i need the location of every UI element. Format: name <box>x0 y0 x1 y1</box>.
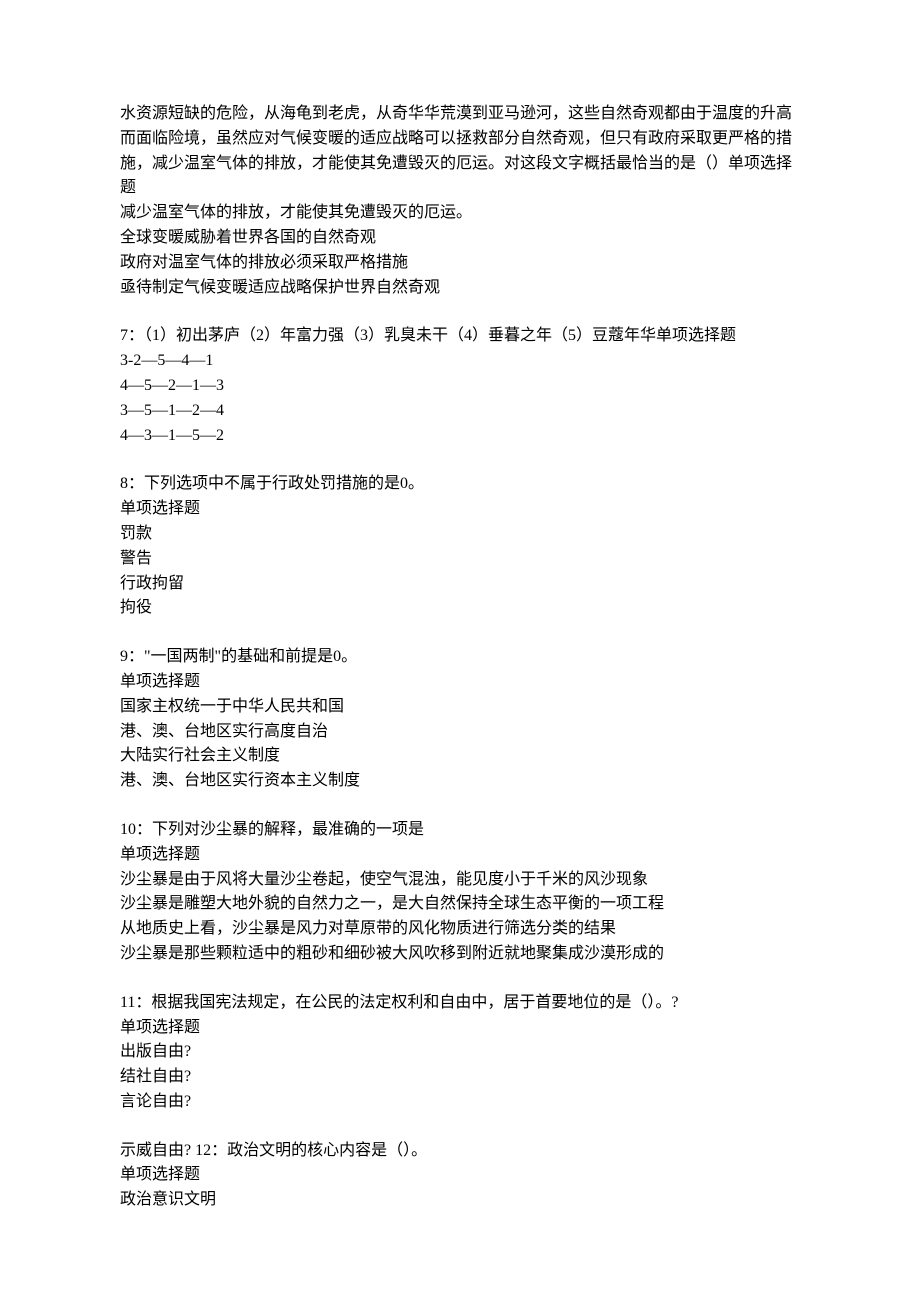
option-text: 出版自由? <box>120 1040 800 1065</box>
option-text: 政治意识文明 <box>120 1188 800 1213</box>
option-text: 沙尘暴是由于风将大量沙尘卷起，使空气混浊，能见度小于千米的风沙现象 <box>120 868 800 893</box>
question-block-10: 10：下列对沙尘暴的解释，最准确的一项是 单项选择题 沙尘暴是由于风将大量沙尘卷… <box>120 818 800 967</box>
option-text: 4—5—2—1—3 <box>120 374 800 399</box>
option-text: 沙尘暴是那些颗粒适中的粗砂和细砂被大风吹移到附近就地聚集成沙漠形成的 <box>120 942 800 967</box>
option-text: 警告 <box>120 547 800 572</box>
question-type-label: 单项选择题 <box>120 843 800 868</box>
option-text: 从地质史上看，沙尘暴是风力对草原带的风化物质进行筛选分类的结果 <box>120 917 800 942</box>
option-text: 拘役 <box>120 596 800 621</box>
question-block-12: 示威自由? 12：政治文明的核心内容是（）。 单项选择题 政治意识文明 <box>120 1139 800 1213</box>
question-text: 7：（1）初出茅庐（2）年富力强（3）乳臭未干（4）垂暮之年（5）豆蔻年华单项选… <box>120 324 800 349</box>
option-text: 全球变暖威胁着世界各国的自然奇观 <box>120 226 800 251</box>
question-block-7: 7：（1）初出茅庐（2）年富力强（3）乳臭未干（4）垂暮之年（5）豆蔻年华单项选… <box>120 324 800 448</box>
option-text: 3-2—5—4—1 <box>120 349 800 374</box>
option-text: 3—5—1—2—4 <box>120 399 800 424</box>
question-block-6-continued: 水资源短缺的危险，从海龟到老虎，从奇华华荒漠到亚马逊河，这些自然奇观都由于温度的… <box>120 102 800 300</box>
question-block-9: 9："一国两制"的基础和前提是0。 单项选择题 国家主权统一于中华人民共和国 港… <box>120 645 800 794</box>
option-text: 4—3—1—5—2 <box>120 424 800 449</box>
option-text: 港、澳、台地区实行高度自治 <box>120 720 800 745</box>
question-type-label: 单项选择题 <box>120 1016 800 1041</box>
question-text: 水资源短缺的危险，从海龟到老虎，从奇华华荒漠到亚马逊河，这些自然奇观都由于温度的… <box>120 102 800 201</box>
question-type-label: 单项选择题 <box>120 497 800 522</box>
question-text: 8：下列选项中不属于行政处罚措施的是0。 <box>120 472 800 497</box>
option-text: 大陆实行社会主义制度 <box>120 744 800 769</box>
question-text: 示威自由? 12：政治文明的核心内容是（）。 <box>120 1139 800 1164</box>
option-text: 政府对温室气体的排放必须采取严格措施 <box>120 251 800 276</box>
document-page: 水资源短缺的危险，从海龟到老虎，从奇华华荒漠到亚马逊河，这些自然奇观都由于温度的… <box>0 0 920 1301</box>
question-type-label: 单项选择题 <box>120 1163 800 1188</box>
option-text: 结社自由? <box>120 1065 800 1090</box>
option-text: 减少温室气体的排放，才能使其免遭毁灭的厄运。 <box>120 201 800 226</box>
question-block-11: 11：根据我国宪法规定，在公民的法定权利和自由中，居于首要地位的是（）。? 单项… <box>120 991 800 1115</box>
option-text: 言论自由? <box>120 1090 800 1115</box>
question-text: 10：下列对沙尘暴的解释，最准确的一项是 <box>120 818 800 843</box>
option-text: 行政拘留 <box>120 572 800 597</box>
option-text: 罚款 <box>120 522 800 547</box>
option-text: 亟待制定气候变暖适应战略保护世界自然奇观 <box>120 276 800 301</box>
question-block-8: 8：下列选项中不属于行政处罚措施的是0。 单项选择题 罚款 警告 行政拘留 拘役 <box>120 472 800 621</box>
question-type-label: 单项选择题 <box>120 670 800 695</box>
option-text: 国家主权统一于中华人民共和国 <box>120 695 800 720</box>
option-text: 港、澳、台地区实行资本主义制度 <box>120 769 800 794</box>
option-text: 沙尘暴是雕塑大地外貌的自然力之一，是大自然保持全球生态平衡的一项工程 <box>120 892 800 917</box>
question-text: 11：根据我国宪法规定，在公民的法定权利和自由中，居于首要地位的是（）。? <box>120 991 800 1016</box>
question-text: 9："一国两制"的基础和前提是0。 <box>120 645 800 670</box>
